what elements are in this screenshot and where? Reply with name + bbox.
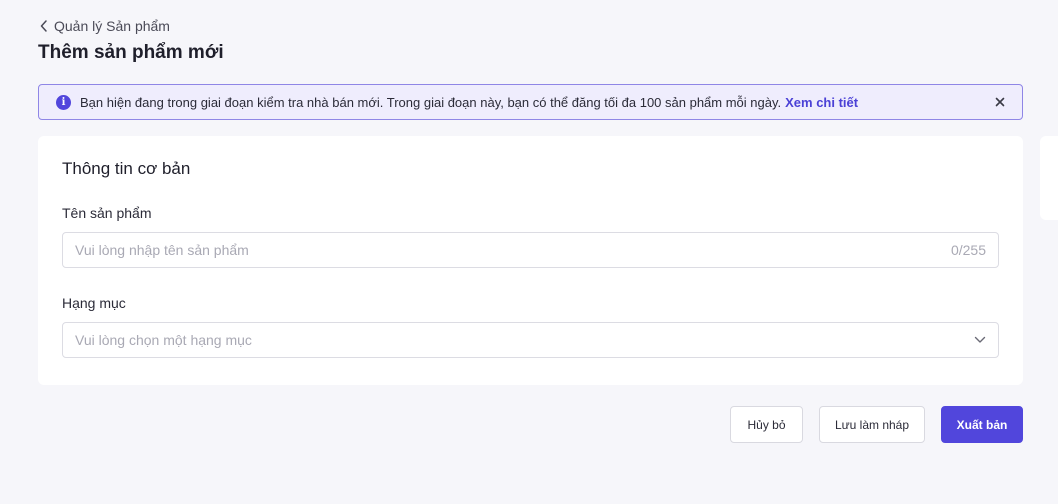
breadcrumb-label: Quản lý Sản phẩm bbox=[54, 18, 170, 34]
chevron-down-icon bbox=[974, 336, 986, 344]
page: Quản lý Sản phẩm Thêm sản phẩm mới i Bạn… bbox=[0, 0, 1058, 504]
chevron-left-icon bbox=[40, 20, 48, 32]
info-icon: i bbox=[56, 94, 71, 110]
product-name-field: 0/255 bbox=[62, 232, 999, 268]
category-select[interactable]: Vui lòng chọn một hạng mục bbox=[62, 322, 999, 358]
category-placeholder: Vui lòng chọn một hạng mục bbox=[75, 332, 252, 348]
breadcrumb[interactable]: Quản lý Sản phẩm bbox=[40, 18, 170, 34]
page-title: Thêm sản phẩm mới bbox=[38, 42, 224, 63]
basic-info-card: Thông tin cơ bản Tên sản phẩm 0/255 Hạng… bbox=[38, 136, 1023, 385]
product-name-input[interactable] bbox=[75, 242, 951, 258]
cancel-button[interactable]: Hủy bỏ bbox=[730, 406, 803, 443]
notice-text: Bạn hiện đang trong giai đoạn kiểm tra n… bbox=[80, 94, 782, 110]
close-icon[interactable] bbox=[992, 94, 1008, 110]
notice-banner: i Bạn hiện đang trong giai đoạn kiểm tra… bbox=[38, 84, 1023, 120]
side-panel-card bbox=[1040, 136, 1058, 220]
save-draft-button[interactable]: Lưu làm nháp bbox=[819, 406, 925, 443]
notice-message: Bạn hiện đang trong giai đoạn kiểm tra n… bbox=[80, 95, 984, 110]
char-counter: 0/255 bbox=[950, 242, 986, 258]
notice-details-link[interactable]: Xem chi tiết bbox=[785, 95, 858, 110]
publish-button[interactable]: Xuất bản bbox=[941, 406, 1023, 443]
section-title: Thông tin cơ bản bbox=[62, 159, 191, 178]
product-name-label: Tên sản phẩm bbox=[62, 205, 152, 221]
category-label: Hạng mục bbox=[62, 295, 126, 311]
